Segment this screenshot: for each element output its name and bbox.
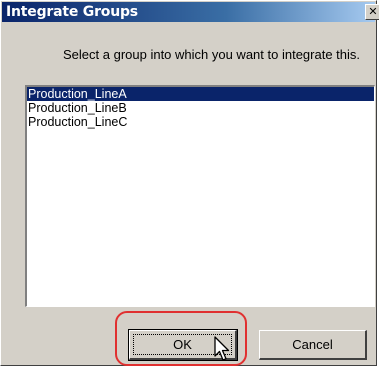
dialog-title: Integrate Groups xyxy=(6,4,138,20)
list-item-production-linea[interactable]: Production_LineA xyxy=(27,87,374,101)
group-list[interactable]: Production_LineA Production_LineB Produc… xyxy=(25,85,375,307)
cancel-button[interactable]: Cancel xyxy=(259,330,367,360)
instruction-text: Select a group into which you want to in… xyxy=(63,47,361,62)
cancel-button-label: Cancel xyxy=(292,337,333,352)
mouse-pointer-icon xyxy=(214,336,230,361)
list-item-production-linec[interactable]: Production_LineC xyxy=(27,115,374,129)
title-bar[interactable]: Integrate Groups ✕ xyxy=(2,2,379,22)
close-icon[interactable]: ✕ xyxy=(365,4,379,20)
list-item-production-lineb[interactable]: Production_LineB xyxy=(27,101,374,115)
